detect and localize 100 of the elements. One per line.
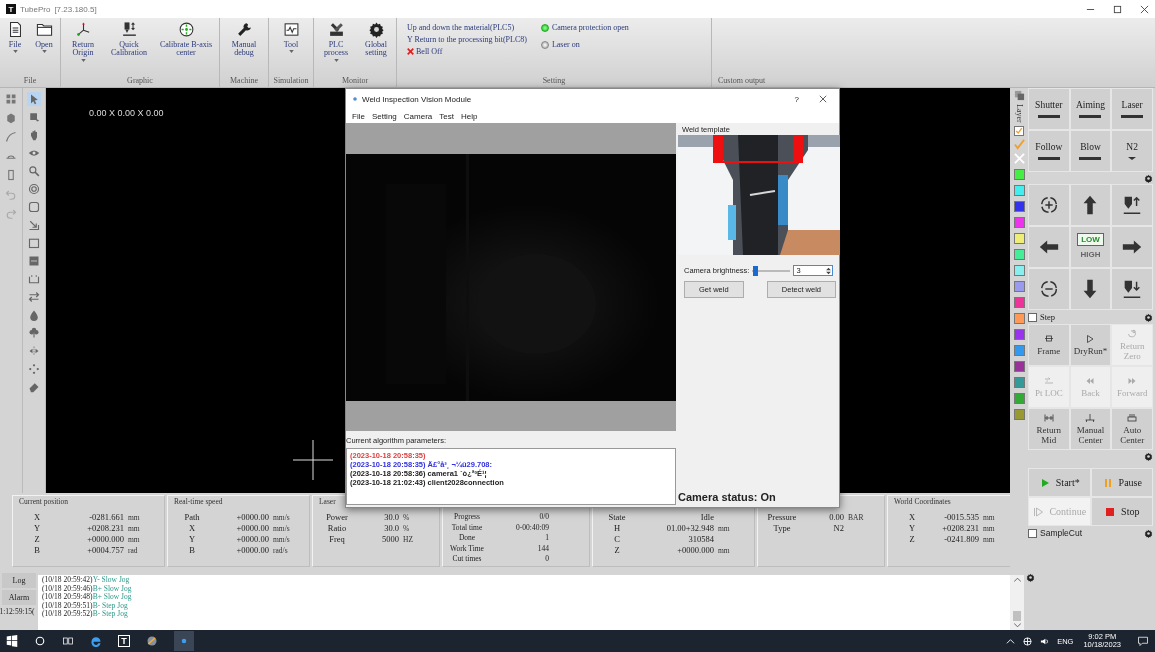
ribbon-button[interactable]: Global setting	[358, 20, 394, 75]
tray-icon[interactable]	[27, 272, 41, 286]
layer-swatch[interactable]	[1013, 168, 1025, 180]
ribbon-button[interactable]: PLC process	[316, 20, 356, 75]
speed-option[interactable]: LOW	[1077, 233, 1104, 246]
close-icon[interactable]	[1140, 4, 1149, 14]
gear-icon[interactable]	[1144, 528, 1153, 538]
layer-swatch[interactable]	[1013, 312, 1025, 324]
help-button[interactable]: ?	[794, 94, 799, 104]
layer-checkbox[interactable]	[1014, 125, 1024, 136]
action-button[interactable]: Return Mid	[1028, 408, 1070, 450]
spin-arrows-icon[interactable]	[826, 266, 832, 275]
windows-logo-icon[interactable]	[6, 635, 18, 647]
gear-icon[interactable]	[1144, 451, 1153, 461]
ribbon-button[interactable]: Quick Calibration	[105, 20, 153, 75]
check-icon[interactable]	[1013, 138, 1025, 150]
scrollbar[interactable]	[1010, 575, 1024, 630]
setting-link[interactable]: Up and down the material(PLC5)	[407, 23, 527, 32]
line-box-icon[interactable]	[27, 254, 41, 268]
menu-item[interactable]: File	[352, 111, 365, 121]
sample-cut-checkbox[interactable]	[1028, 528, 1037, 538]
swap-icon[interactable]	[27, 290, 41, 304]
layer-swatch[interactable]	[1013, 232, 1025, 244]
cube-icon[interactable]	[4, 111, 18, 125]
jog-button[interactable]	[1028, 268, 1070, 310]
rectangle-icon[interactable]	[27, 236, 41, 250]
curve-icon[interactable]	[4, 130, 18, 144]
action-button[interactable]: Manual Center	[1069, 408, 1112, 450]
jog-button[interactable]	[1111, 268, 1153, 310]
menu-item[interactable]: Test	[439, 111, 454, 121]
dots-icon[interactable]	[27, 362, 41, 376]
log-tab[interactable]: Log	[2, 573, 36, 588]
output-button[interactable]: Shutter	[1028, 88, 1070, 130]
action-button[interactable]: Frame	[1028, 324, 1070, 366]
speaker-icon[interactable]	[1040, 636, 1050, 646]
node-edit-icon[interactable]	[27, 110, 41, 124]
action-button[interactable]: Auto Center	[1111, 408, 1153, 450]
output-button[interactable]: Laser	[1111, 88, 1153, 130]
scrollbar-thumb[interactable]	[1013, 611, 1021, 621]
notification-icon[interactable]	[1137, 635, 1149, 647]
step-checkbox[interactable]	[1028, 312, 1037, 322]
ribbon-button[interactable]: Calibrate B-axis center	[155, 20, 217, 75]
ribbon-button[interactable]: Open	[30, 20, 58, 75]
split-icon[interactable]	[27, 344, 41, 358]
run-button[interactable]: Pause	[1090, 468, 1153, 497]
menu-item[interactable]: Help	[460, 111, 478, 121]
jog-button[interactable]	[1069, 268, 1112, 310]
layer-swatch[interactable]	[1013, 184, 1025, 196]
output-button[interactable]: N2	[1111, 130, 1153, 172]
arrow-box-icon[interactable]	[27, 218, 41, 232]
setting-link[interactable]: Bell Off	[407, 47, 527, 56]
output-button[interactable]: Aiming	[1069, 88, 1112, 130]
scroll-up-icon[interactable]	[1013, 577, 1021, 582]
app-icon[interactable]	[146, 635, 158, 647]
layer-swatch[interactable]	[1013, 328, 1025, 340]
jog-button[interactable]	[1028, 226, 1070, 268]
jog-button[interactable]	[1111, 226, 1153, 268]
run-button[interactable]: Start*	[1028, 468, 1091, 497]
ribbon-button[interactable]: File	[2, 20, 28, 75]
ribbon-button[interactable]: Tool	[271, 20, 311, 75]
speed-option[interactable]: HIGH	[1076, 248, 1105, 261]
jog-button[interactable]	[1111, 184, 1153, 226]
globe-icon[interactable]	[1023, 636, 1033, 646]
gear-icon[interactable]	[1144, 173, 1153, 183]
menu-item[interactable]: Setting	[371, 111, 397, 121]
layer-swatch[interactable]	[1013, 344, 1025, 356]
layer-swatch[interactable]	[1013, 248, 1025, 260]
layer-swatch[interactable]	[1013, 200, 1025, 212]
jog-button[interactable]	[1028, 184, 1070, 226]
slider-thumb[interactable]	[753, 265, 759, 276]
search-icon[interactable]	[34, 635, 46, 647]
browser-icon[interactable]	[90, 635, 102, 647]
ribbon-button[interactable]: Manual debug	[222, 20, 266, 75]
layer-swatch[interactable]	[1013, 360, 1025, 372]
layer-swatch[interactable]	[1013, 392, 1025, 404]
output-button[interactable]: Blow	[1069, 130, 1112, 172]
circle-icon[interactable]	[27, 182, 41, 196]
layer-swatch[interactable]	[1013, 408, 1025, 420]
scroll-down-icon[interactable]	[1013, 623, 1021, 628]
maximize-icon[interactable]	[1113, 4, 1122, 14]
layer-swatch[interactable]	[1013, 376, 1025, 388]
layer-swatch[interactable]	[1013, 264, 1025, 276]
app-icon[interactable]	[174, 631, 194, 651]
chevron-up-icon[interactable]	[1006, 636, 1016, 646]
grid-icon[interactable]	[4, 92, 18, 106]
jog-button[interactable]	[1069, 184, 1112, 226]
layer-swatch[interactable]	[1013, 296, 1025, 308]
setting-link[interactable]: Y Return to the processing bit(PLC8)	[407, 35, 527, 44]
gear-icon[interactable]	[1144, 312, 1153, 322]
output-button[interactable]: Follow	[1028, 130, 1070, 172]
layer-swatch[interactable]	[1013, 280, 1025, 292]
task-view-icon[interactable]	[62, 635, 74, 647]
menu-item[interactable]: Camera	[403, 111, 433, 121]
action-button[interactable]: DryRun*	[1069, 324, 1112, 366]
ribbon-button[interactable]: Return Origin	[63, 20, 103, 75]
app-icon[interactable]: T	[118, 635, 130, 647]
close-icon[interactable]	[819, 95, 827, 103]
rounded-square-icon[interactable]	[27, 200, 41, 214]
tree-icon[interactable]	[27, 326, 41, 340]
pointer-icon[interactable]	[27, 92, 41, 106]
